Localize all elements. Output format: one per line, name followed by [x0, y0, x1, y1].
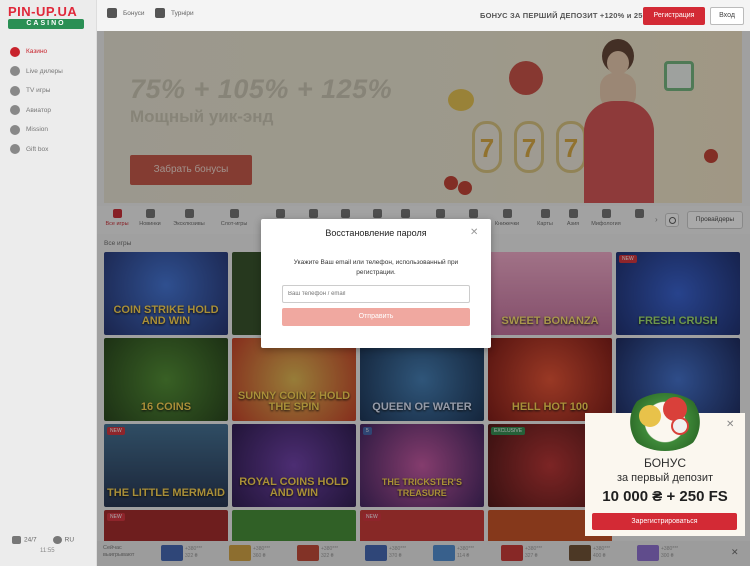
trophy-icon — [155, 8, 165, 18]
modal-title: Восстановление пароля — [325, 228, 427, 238]
password-recovery-modal: Восстановление пароля ✕ Укажите Ваш emai… — [261, 219, 491, 348]
modal-description: Укажите Ваш email или телефон, использов… — [293, 259, 459, 276]
mission-icon — [10, 124, 20, 135]
sidebar-item-label: Казино — [26, 48, 48, 56]
support-link[interactable]: 24/7 — [12, 536, 37, 544]
sidebar-footer: 24/7 RU 11:55 — [0, 532, 97, 566]
chat-icon — [12, 536, 21, 544]
sidebar-item-label: Mission — [26, 126, 49, 134]
sidebar-item-label: Live дилеры — [26, 67, 63, 75]
header-promo[interactable]: БОНУС ЗА ПЕРШИЙ ДЕПОЗИТ +120% и 250 FS — [480, 11, 659, 20]
tournaments-link[interactable]: Турніри — [155, 8, 194, 18]
logo[interactable]: PIN-UP.UA CASINO — [8, 5, 86, 31]
bonuses-link[interactable]: Бонуси — [107, 8, 145, 18]
bonus-amount: 10 000 ₴ + 250 FS — [602, 488, 728, 505]
live-dealer-icon — [10, 66, 20, 77]
globe-icon — [52, 536, 62, 544]
sidebar-nav: Казино Live дилеры TV игры Авиатор Missi… — [0, 42, 97, 159]
close-icon[interactable]: ✕ — [726, 419, 734, 430]
bonus-register-button[interactable]: Зарегистрироваться — [592, 513, 737, 530]
sidebar-item-casino[interactable]: Казино — [0, 42, 97, 62]
tournaments-label: Турніри — [171, 9, 194, 17]
phone-email-input[interactable] — [282, 285, 470, 303]
sidebar-item-mission[interactable]: Mission — [0, 120, 97, 140]
clock: 11:55 — [40, 548, 55, 554]
language-selector[interactable]: RU — [52, 536, 75, 544]
sidebar: PIN-UP.UA CASINO Казино Live дилеры TV и… — [0, 0, 97, 566]
header: Бонуси Турніри БОНУС ЗА ПЕРШИЙ ДЕПОЗИТ +… — [97, 0, 750, 31]
sidebar-item-label: Авиатор — [26, 106, 52, 114]
support-label: 24/7 — [24, 536, 37, 544]
sidebar-item-giftbox[interactable]: Gift box — [0, 140, 97, 160]
bonus-subtitle: за первый депозит — [616, 472, 714, 484]
sidebar-item-label: TV игры — [26, 87, 51, 95]
casino-icon — [10, 46, 20, 57]
sidebar-item-label: Gift box — [26, 145, 49, 153]
tv-icon — [10, 85, 20, 96]
submit-button[interactable]: Отправить — [282, 308, 470, 326]
sidebar-item-tv[interactable]: TV игры — [0, 81, 97, 101]
sidebar-item-live[interactable]: Live дилеры — [0, 62, 97, 82]
gift-icon — [10, 144, 20, 155]
wreath-ornament-image — [625, 383, 705, 451]
bonus-title: БОНУС — [643, 456, 687, 470]
bonuses-label: Бонуси — [123, 9, 145, 17]
logo-brand: PIN-UP.UA — [8, 4, 78, 19]
close-icon[interactable]: ✕ — [470, 227, 478, 238]
language-label: RU — [64, 536, 75, 544]
megaphone-icon — [107, 8, 117, 18]
bonus-popup: ✕ БОНУС за первый депозит 10 000 ₴ + 250… — [585, 393, 745, 536]
logo-sub: CASINO — [8, 19, 84, 29]
login-button[interactable]: Вход — [710, 7, 744, 25]
plane-icon — [10, 105, 20, 116]
sidebar-item-aviator[interactable]: Авиатор — [0, 101, 97, 121]
register-button[interactable]: Регистрация — [643, 7, 705, 25]
